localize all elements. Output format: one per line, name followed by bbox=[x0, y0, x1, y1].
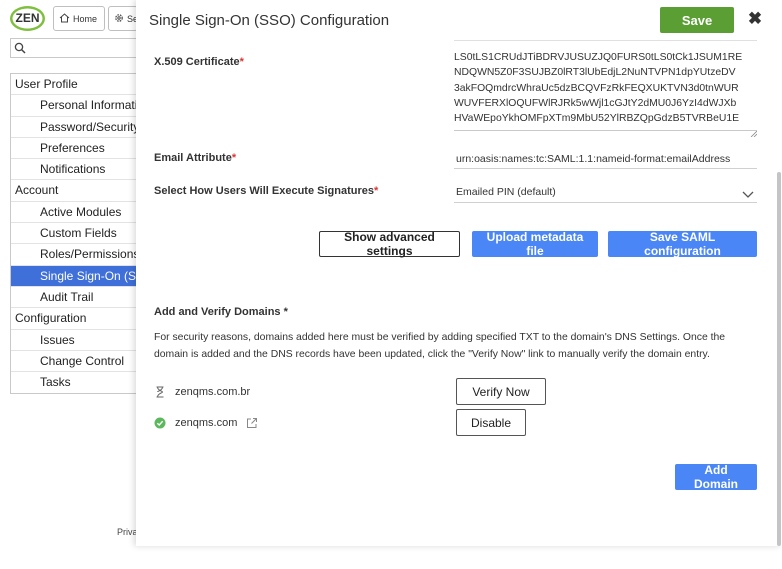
sidebar-item[interactable]: Notifications bbox=[11, 159, 138, 181]
certificate-label: X.509 Certificate* bbox=[154, 56, 244, 68]
signature-method-select[interactable]: Emailed PIN (default) bbox=[456, 186, 556, 198]
disable-domain-button[interactable]: Disable bbox=[456, 409, 526, 436]
settings-sidebar-menu: User ProfilePersonal InformationPassword… bbox=[10, 73, 138, 395]
home-icon bbox=[59, 12, 70, 25]
sidebar-item[interactable]: Tasks bbox=[11, 372, 138, 393]
modal-header: Single Sign-On (SSO) Configuration Save … bbox=[136, 0, 782, 36]
certificate-textarea[interactable]: LS0tLS1CRUdJTiBDRVJUSUZJQ0FURS0tLS0tCk1J… bbox=[454, 50, 757, 131]
sso-config-modal: Single Sign-On (SSO) Configuration Save … bbox=[136, 0, 782, 546]
search-icon bbox=[14, 41, 26, 59]
sidebar-item[interactable]: Single Sign-On (SSO) bbox=[11, 265, 138, 287]
domain-name: zenqms.com bbox=[175, 417, 238, 429]
chevron-down-icon[interactable] bbox=[742, 186, 754, 198]
divider bbox=[454, 168, 757, 169]
verify-now-button[interactable]: Verify Now bbox=[456, 378, 546, 405]
sidebar-item[interactable]: Preferences bbox=[11, 138, 138, 160]
resize-grip-icon[interactable] bbox=[750, 124, 758, 138]
save-saml-configuration-button[interactable]: Save SAML configuration bbox=[608, 230, 757, 258]
email-attribute-input[interactable]: urn:oasis:names:tc:SAML:1.1:nameid-forma… bbox=[456, 153, 730, 165]
domain-name: zenqms.com.br bbox=[175, 386, 251, 398]
divider bbox=[454, 202, 757, 203]
upload-metadata-button[interactable]: Upload metadata file bbox=[472, 230, 598, 258]
sidebar-item[interactable]: Audit Trail bbox=[11, 287, 138, 309]
sidebar-section-header[interactable]: User Profile bbox=[11, 74, 138, 96]
show-advanced-settings-button[interactable]: Show advanced settings bbox=[319, 230, 460, 258]
external-link-icon[interactable] bbox=[246, 417, 258, 429]
modal-title: Single Sign-On (SSO) Configuration bbox=[149, 12, 390, 29]
certificate-line: LS0tLS1CRUdJTiBDRVJUSUZJQ0FURS0tLS0tCk1J… bbox=[454, 52, 743, 63]
certificate-line: 3akFOQmdrcWhraUc5dzBCQVFzRkFEQXUKTVN3d0t… bbox=[454, 82, 739, 94]
required-mark: * bbox=[231, 152, 237, 164]
domain-row: zenqms.com.br bbox=[154, 386, 250, 398]
certificate-line: WUVFERXlOQUFWlRJRk5wWjl1cGJtY2dMU0J6YzI4… bbox=[454, 97, 737, 109]
nav-home-label: Home bbox=[73, 13, 98, 24]
domains-info-text: For security reasons, domains added here… bbox=[154, 332, 726, 360]
certificate-line: HVaWEpoYkhOMFpXTm9MbU52YlRBZQpGdzB5TVRBe… bbox=[454, 113, 740, 125]
certificate-label-text: X.509 Certificate bbox=[154, 56, 240, 68]
required-mark: * bbox=[239, 56, 244, 68]
divider bbox=[454, 40, 757, 41]
close-icon[interactable]: ✖ bbox=[746, 10, 764, 28]
sidebar-section-header[interactable]: Configuration bbox=[11, 308, 138, 330]
required-mark: * bbox=[373, 185, 379, 197]
gear-icon bbox=[114, 13, 124, 25]
sidebar-item[interactable]: Issues bbox=[11, 330, 138, 351]
sidebar-item[interactable]: Custom Fields bbox=[11, 223, 138, 245]
add-domain-button[interactable]: Add Domain bbox=[675, 463, 757, 491]
svg-text:ZEN: ZEN bbox=[16, 11, 40, 25]
zen-logo[interactable]: ZEN bbox=[9, 5, 46, 32]
email-attribute-label-text: Email Attribute bbox=[154, 152, 232, 164]
save-button[interactable]: Save bbox=[660, 7, 734, 33]
domain-row: zenqms.com bbox=[154, 417, 258, 429]
sidebar-item[interactable]: Roles/Permissions bbox=[11, 244, 138, 266]
signature-method-label-text: Select How Users Will Execute Signatures bbox=[154, 185, 374, 197]
sidebar-item[interactable]: Change Control bbox=[11, 351, 138, 373]
hourglass-icon bbox=[154, 386, 166, 398]
sidebar-item[interactable]: Personal Information bbox=[11, 95, 138, 117]
sidebar-section-header[interactable]: Account bbox=[11, 180, 138, 202]
privacy-link[interactable]: Priva bbox=[117, 527, 138, 537]
sidebar-item[interactable]: Active Modules bbox=[11, 202, 138, 224]
nav-settings-button[interactable]: Se bbox=[108, 6, 138, 31]
signature-method-label: Select How Users Will Execute Signatures… bbox=[154, 185, 378, 197]
nav-home-button[interactable]: Home bbox=[53, 6, 105, 31]
sidebar-search-input[interactable] bbox=[10, 38, 138, 58]
certificate-line: NDQWN5Z0F3SUJBZ0lRT3lUbEdjL2NuNTVPN1dpYU… bbox=[454, 67, 736, 79]
check-circle-icon bbox=[154, 417, 166, 429]
sidebar-item[interactable]: Password/Security bbox=[11, 117, 138, 138]
domains-section-title: Add and Verify Domains * bbox=[154, 306, 288, 318]
modal-scrollbar-thumb[interactable] bbox=[777, 172, 781, 546]
email-attribute-label: Email Attribute* bbox=[154, 152, 236, 164]
